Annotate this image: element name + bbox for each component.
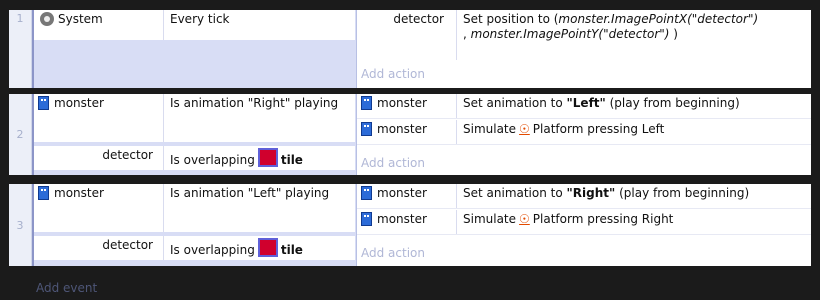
action-text-suffix: (play from beginning) (605, 96, 740, 110)
condition-object[interactable]: detector (34, 146, 164, 170)
action-object[interactable]: monster (357, 94, 457, 118)
event-conditions[interactable]: monster Is animation "Left" playing dete… (32, 184, 357, 266)
action-text[interactable]: Simulate ☉ Platform pressing Left (457, 120, 811, 144)
condition-text-label: Is overlapping (170, 243, 255, 257)
condition-object[interactable]: detector (34, 236, 164, 260)
condition-object-label: detector (102, 148, 153, 162)
sprite-icon (361, 186, 372, 200)
condition-object[interactable]: monster (34, 184, 164, 232)
action-object-label: monster (377, 186, 427, 200)
condition-row[interactable]: System Every tick (34, 10, 355, 40)
action-row[interactable]: monster Set animation to "Right" (play f… (357, 184, 811, 209)
action-text-prefix: Set animation to (463, 186, 567, 200)
condition-object-label: monster (54, 186, 104, 200)
condition-text-label: Is overlapping (170, 153, 255, 167)
condition-row[interactable]: monster Is animation "Right" playing (34, 94, 355, 142)
event-conditions[interactable]: System Every tick (32, 10, 357, 88)
condition-text[interactable]: Is animation "Right" playing (164, 94, 355, 142)
action-behavior: Platform (532, 122, 584, 136)
action-object-label: monster (377, 122, 427, 136)
action-text[interactable]: Simulate ☉ Platform pressing Right (457, 210, 811, 234)
action-object[interactable]: monster (357, 184, 457, 208)
event-conditions[interactable]: monster Is animation "Right" playing det… (32, 94, 357, 175)
action-object[interactable]: monster (357, 120, 457, 144)
gear-icon (40, 12, 54, 26)
event-2[interactable]: 2 monster Is animation "Right" playing d… (9, 94, 811, 175)
add-event-link[interactable]: Add event (36, 281, 97, 295)
condition-object-label: detector (102, 238, 153, 252)
action-text-suffix: pressing Right (587, 212, 674, 226)
add-action-link[interactable]: Add action (357, 246, 425, 260)
action-row[interactable]: monster Set animation to "Left" (play fr… (357, 94, 811, 119)
condition-target: tile (280, 153, 303, 167)
action-text-suffix: (play from beginning) (615, 186, 750, 200)
condition-object-label: monster (54, 96, 104, 110)
event-actions[interactable]: monster Set animation to "Right" (play f… (357, 184, 811, 266)
action-text-prefix: Set position to ( (463, 12, 559, 26)
action-object[interactable]: monster (357, 210, 457, 234)
action-expression-x: monster.ImagePointX("detector") (558, 12, 759, 26)
condition-row[interactable]: detector Is overlapping tile (34, 146, 355, 170)
action-text[interactable]: Set animation to "Left" (play from begin… (457, 94, 811, 118)
add-action-link[interactable]: Add action (357, 67, 425, 81)
action-text-suffix: pressing Left (587, 122, 665, 136)
event-1[interactable]: 1 System Every tick detector Set positio… (9, 10, 811, 88)
condition-text[interactable]: Every tick (164, 10, 355, 40)
tile-icon (257, 238, 278, 257)
condition-object[interactable]: monster (34, 94, 164, 142)
condition-text[interactable]: Is animation "Left" playing (164, 184, 355, 232)
action-text-prefix: Simulate (463, 212, 517, 226)
sprite-icon (361, 122, 372, 136)
action-text-separator: , (463, 27, 471, 41)
action-row[interactable]: monster Simulate ☉ Platform pressing Right (357, 210, 811, 235)
sprite-icon (361, 96, 372, 110)
event-number: 3 (9, 184, 32, 266)
platform-behavior-icon: ☉ (519, 212, 530, 226)
action-object-label: detector (393, 12, 444, 26)
event-number: 2 (9, 94, 32, 175)
event-actions[interactable]: detector Set position to (monster.ImageP… (357, 10, 811, 88)
event-actions[interactable]: monster Set animation to "Left" (play fr… (357, 94, 811, 175)
condition-text[interactable]: Is overlapping tile (164, 146, 355, 170)
action-text-suffix: ) (669, 27, 678, 41)
action-text[interactable]: Set animation to "Right" (play from begi… (457, 184, 811, 208)
action-object-label: monster (377, 96, 427, 110)
condition-target: tile (280, 243, 303, 257)
condition-object-label: System (58, 12, 103, 26)
condition-text[interactable]: Is overlapping tile (164, 236, 355, 260)
condition-row[interactable]: monster Is animation "Left" playing (34, 184, 355, 232)
action-row[interactable]: monster Simulate ☉ Platform pressing Left (357, 120, 811, 145)
sprite-icon (38, 96, 49, 110)
action-text[interactable]: Set position to (monster.ImagePointX("de… (457, 10, 811, 60)
action-row[interactable]: detector Set position to (monster.ImageP… (357, 10, 811, 60)
action-behavior: Platform (532, 212, 584, 226)
sprite-icon (38, 186, 49, 200)
condition-row[interactable]: detector Is overlapping tile (34, 236, 355, 260)
action-text-prefix: Set animation to (463, 96, 567, 110)
platform-behavior-icon: ☉ (519, 122, 530, 136)
condition-object[interactable]: System (34, 10, 164, 40)
sprite-icon (361, 212, 372, 226)
action-expression-y: monster.ImagePointY("detector") (470, 27, 670, 41)
event-3[interactable]: 3 monster Is animation "Left" playing de… (9, 184, 811, 266)
action-object-label: monster (377, 212, 427, 226)
action-object[interactable]: detector (357, 10, 457, 60)
action-text-prefix: Simulate (463, 122, 517, 136)
action-animation-name: "Left" (566, 96, 606, 110)
action-animation-name: "Right" (566, 186, 616, 200)
tile-icon (257, 148, 278, 167)
event-sheet: 1 System Every tick detector Set positio… (0, 0, 820, 300)
add-action-link[interactable]: Add action (357, 156, 425, 170)
event-number: 1 (9, 10, 32, 88)
